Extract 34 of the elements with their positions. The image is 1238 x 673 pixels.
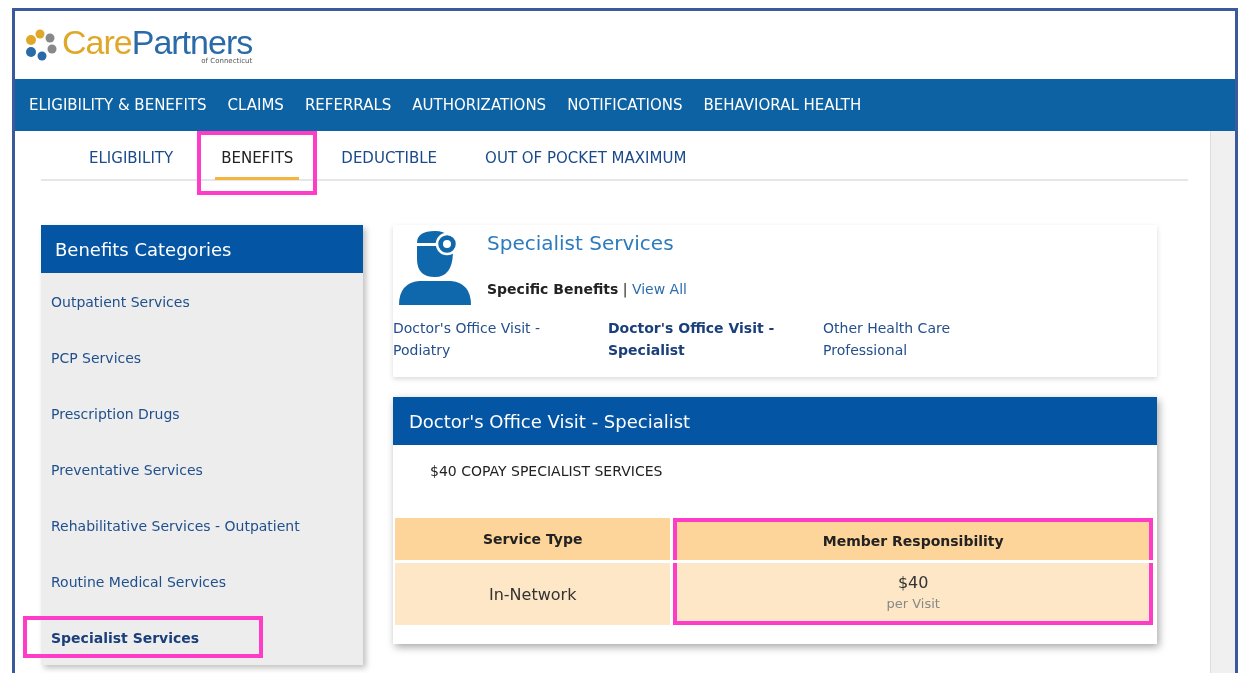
sidebar-item[interactable]: Routine Medical Services [23,560,290,602]
nav-link[interactable]: ELIGIBILITY & BENEFITS [29,96,207,114]
sidebar-item[interactable]: PCP Services [23,336,206,378]
tab[interactable]: ELIGIBILITY [83,149,180,180]
doctor-icon [397,229,473,305]
amount-unit: per Visit [885,596,941,611]
sidebar-item[interactable]: Rehabilitative Services - Outpatient [23,504,364,546]
filter-label: Specific Benefits [487,281,619,297]
nav-link[interactable]: BEHAVIORAL HEALTH [703,96,862,114]
benefit-link[interactable]: Doctor's Office Visit - Podiatry [393,317,568,361]
sidebar-title: Benefits Categories [41,225,363,273]
sidebar-item[interactable]: Preventative Services [23,448,267,490]
nav-link[interactable]: CLAIMS [227,96,284,114]
nav-link[interactable]: NOTIFICATIONS [567,96,683,114]
tab[interactable]: OUT OF POCKET MAXIMUM [479,149,693,180]
tab[interactable]: BENEFITS [215,149,300,180]
benefit-link[interactable]: Doctor's Office Visit - Specialist [608,317,783,361]
column-header: Service Type [395,518,671,560]
sidebar-item[interactable]: Outpatient Services [23,280,254,322]
benefit-link[interactable]: Other Health Care Professional [823,317,998,361]
detail-title: Doctor's Office Visit - Specialist [393,397,1157,445]
nav-link[interactable]: REFERRALS [304,96,392,114]
view-all-link[interactable]: View All [631,281,687,297]
nav-link[interactable]: AUTHORIZATIONS [412,96,547,114]
logo-icon [23,29,59,61]
copay-summary: $40 COPAY SPECIALIST SERVICES [429,462,664,481]
amount: $40 [896,573,930,592]
table-cell: In-Network [395,563,671,625]
sidebar-item[interactable]: Prescription Drugs [23,392,244,434]
tab[interactable]: DEDUCTIBLE [335,149,444,180]
column-header: Member Responsibility [673,518,1153,560]
sidebar-item[interactable]: Specialist Services [23,616,264,658]
separator: | [622,281,628,297]
category-title: Specialist Services [487,231,675,255]
